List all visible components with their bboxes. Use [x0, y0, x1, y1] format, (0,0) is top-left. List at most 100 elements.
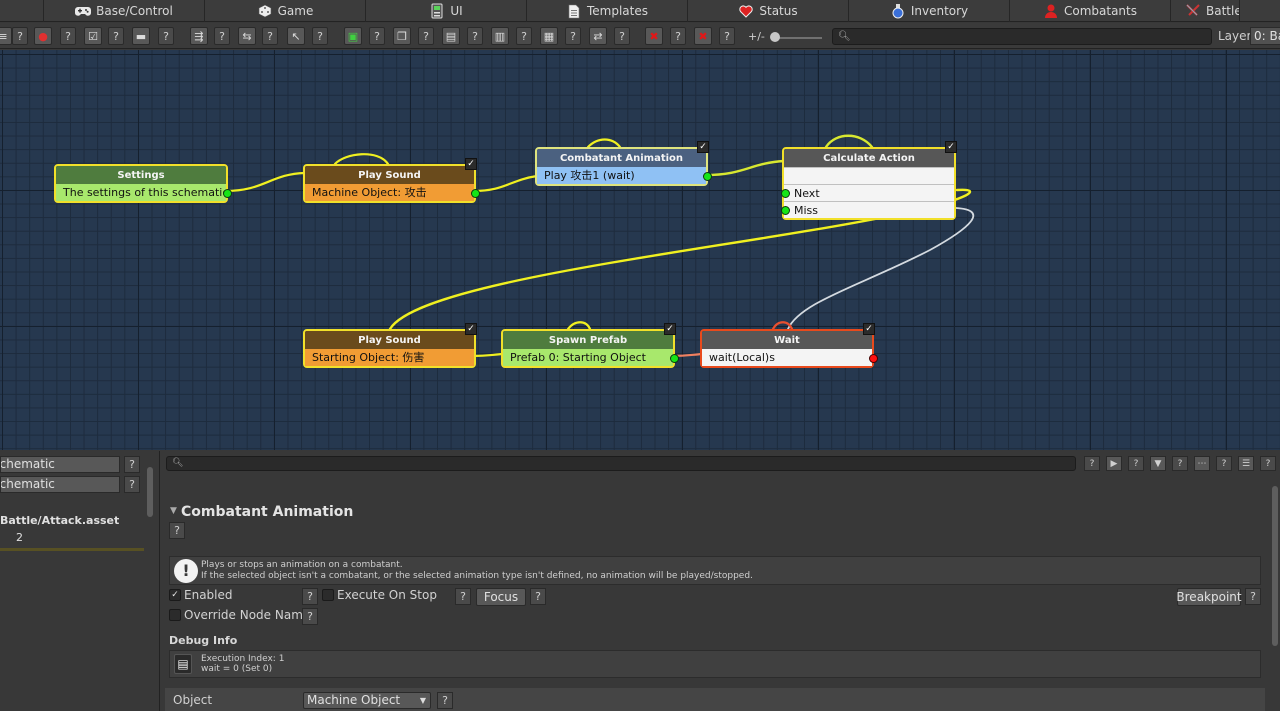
zoom-slider-handle[interactable]	[770, 32, 780, 42]
distribute-tool-button[interactable]: ⇆	[238, 27, 256, 45]
node-enabled-checkbox[interactable]: ✓	[465, 158, 477, 170]
help-button[interactable]: ?	[124, 476, 140, 493]
color-tool-button[interactable]: ●	[34, 27, 52, 45]
output-port[interactable]	[869, 354, 878, 363]
help-button[interactable]: ?	[719, 27, 735, 45]
output-port[interactable]	[670, 354, 679, 363]
swap-button[interactable]: ⇄	[589, 27, 607, 45]
paste-group-button[interactable]: ▥	[491, 27, 509, 45]
help-button[interactable]: ?	[60, 27, 76, 45]
tab-label: Status	[759, 4, 798, 18]
delete-node-button[interactable]: ✖	[645, 27, 663, 45]
help-button[interactable]: ?	[158, 27, 174, 45]
left-scrollbar[interactable]	[146, 457, 154, 547]
paste-node-button[interactable]: ▤	[442, 27, 460, 45]
execute-on-stop-checkbox[interactable]	[322, 589, 334, 601]
tab-label: Combatants	[1063, 4, 1137, 18]
tab-ui[interactable]: UI	[366, 0, 527, 22]
tab-game[interactable]: Game	[205, 0, 366, 22]
inspector-search-input[interactable]: 🔍︎	[166, 456, 1076, 471]
asset-path[interactable]: Battle/Attack.asset	[0, 514, 119, 527]
node-spawn-prefab[interactable]: Spawn Prefab Prefab 0: Starting Object ✓	[501, 323, 679, 368]
node-canvas[interactable]: Settings The settings of this schematic.…	[0, 50, 1280, 450]
help-button[interactable]: ?	[467, 27, 483, 45]
help-button[interactable]: ?	[124, 456, 140, 473]
help-button[interactable]: ?	[169, 522, 185, 539]
scrollbar-thumb[interactable]	[147, 467, 153, 517]
delete-all-button[interactable]: ✖	[694, 27, 712, 45]
breakpoint-button[interactable]: Breakpoint	[1176, 588, 1242, 606]
align-tool-button[interactable]: ⇶	[190, 27, 208, 45]
help-button[interactable]: ?	[1216, 456, 1232, 471]
layer-select[interactable]: 0: Base	[1250, 27, 1280, 45]
collapse-arrow-icon[interactable]: ▼	[170, 506, 177, 516]
help-button[interactable]: ?	[1260, 456, 1276, 471]
minus-tool-button[interactable]: ▬	[132, 27, 150, 45]
help-button[interactable]: ?	[369, 27, 385, 45]
inspector-scrollbar[interactable]	[1270, 476, 1280, 711]
override-node-name-checkbox[interactable]	[169, 609, 181, 621]
node-play-sound-machine[interactable]: Play Sound Machine Object: 攻击 ✓	[303, 158, 480, 203]
add-node-button[interactable]: ▣	[344, 27, 362, 45]
object-select-value: Machine Object	[307, 693, 401, 707]
help-button[interactable]: ?	[455, 588, 471, 605]
select-tool-button[interactable]: ≡	[0, 27, 12, 45]
tab-battles[interactable]: Battles	[1171, 0, 1240, 22]
dropdown-button[interactable]: ▼	[1150, 456, 1166, 471]
help-button[interactable]: ?	[1084, 456, 1100, 471]
node-play-sound-starting[interactable]: Play Sound Starting Object: 伤害 ✓	[303, 323, 477, 368]
copy-node-button[interactable]: ❐	[393, 27, 411, 45]
node-settings[interactable]: Settings The settings of this schematic.	[54, 164, 232, 203]
node-enabled-checkbox[interactable]: ✓	[863, 323, 875, 335]
enabled-checkbox[interactable]: ✓	[169, 589, 181, 601]
help-button[interactable]: ?	[437, 692, 453, 709]
help-button[interactable]: ?	[1172, 456, 1188, 471]
check-tool-button[interactable]: ☑	[84, 27, 102, 45]
help-button[interactable]: ?	[614, 27, 630, 45]
help-button[interactable]: ?	[1245, 588, 1261, 605]
next-port[interactable]	[781, 189, 790, 198]
help-button[interactable]: ?	[312, 27, 328, 45]
node-search-input[interactable]: 🔍︎	[832, 28, 1212, 45]
help-button[interactable]: ?	[262, 27, 278, 45]
pointer-tool-button[interactable]: ↖	[287, 27, 305, 45]
node-enabled-checkbox[interactable]: ✓	[664, 323, 676, 335]
tab-inventory[interactable]: Inventory	[849, 0, 1010, 22]
focus-button[interactable]: Focus	[476, 588, 526, 606]
node-enabled-checkbox[interactable]: ✓	[697, 141, 709, 153]
tab-base-control[interactable]: Base/Control	[44, 0, 205, 22]
clipboard-icon[interactable]: ▤	[174, 654, 192, 674]
help-button[interactable]: ?	[565, 27, 581, 45]
help-button[interactable]: ?	[418, 27, 434, 45]
scrollbar-thumb[interactable]	[1272, 486, 1278, 646]
output-port[interactable]	[703, 172, 712, 181]
output-port[interactable]	[223, 189, 232, 198]
output-port[interactable]	[471, 189, 480, 198]
help-button[interactable]: ?	[12, 27, 28, 45]
help-button[interactable]: ?	[670, 27, 686, 45]
node-enabled-checkbox[interactable]: ✓	[945, 141, 957, 153]
node-calculate-action[interactable]: Calculate Action Next Miss ✓	[781, 141, 957, 220]
tab-overflow[interactable]	[0, 0, 44, 22]
node-enabled-checkbox[interactable]: ✓	[465, 323, 477, 335]
play-button[interactable]: ▶	[1106, 456, 1122, 471]
help-button[interactable]: ?	[302, 588, 318, 605]
list-view-button[interactable]: ☰	[1238, 456, 1254, 471]
object-select[interactable]: Machine Object ▼	[303, 692, 431, 709]
help-button[interactable]: ?	[1128, 456, 1144, 471]
schematic-field[interactable]: Schematic	[0, 476, 120, 493]
help-button[interactable]: ?	[108, 27, 124, 45]
help-button[interactable]: ?	[530, 588, 546, 605]
paste-link-button[interactable]: ▦	[540, 27, 558, 45]
help-button[interactable]: ?	[302, 608, 318, 625]
tab-combatants[interactable]: Combatants	[1010, 0, 1171, 22]
more-button[interactable]: ⋯	[1194, 456, 1210, 471]
schematic-field[interactable]: Schematic	[0, 456, 120, 473]
node-combatant-animation[interactable]: Combatant Animation Play 攻击1 (wait) ✓	[535, 141, 712, 186]
help-button[interactable]: ?	[214, 27, 230, 45]
tab-status[interactable]: Status	[688, 0, 849, 22]
tab-templates[interactable]: Templates	[527, 0, 688, 22]
node-wait[interactable]: Wait wait(Local)s ✓	[700, 323, 878, 368]
miss-port[interactable]	[781, 206, 790, 215]
help-button[interactable]: ?	[516, 27, 532, 45]
